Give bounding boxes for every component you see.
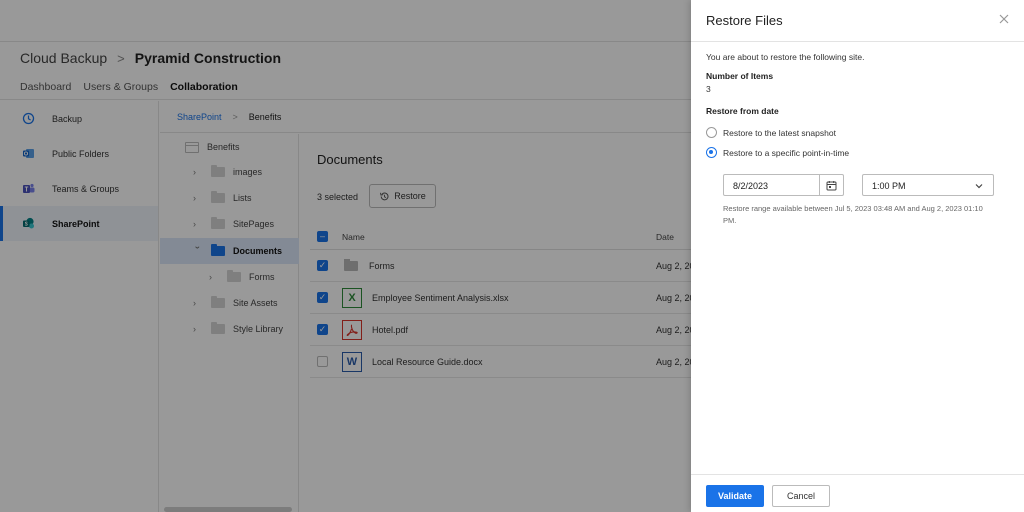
chevron-down-icon xyxy=(975,184,983,189)
panel-intro-text: You are about to restore the following s… xyxy=(706,52,865,62)
panel-title: Restore Files xyxy=(706,13,783,28)
radio-latest-snapshot[interactable]: Restore to the latest snapshot xyxy=(706,127,836,138)
validate-button[interactable]: Validate xyxy=(706,485,764,507)
time-value: 1:00 PM xyxy=(872,181,906,191)
number-of-items-label: Number of Items xyxy=(706,71,774,81)
calendar-button[interactable] xyxy=(819,175,843,195)
radio-button[interactable] xyxy=(706,127,717,138)
restore-from-date-label: Restore from date xyxy=(706,106,779,116)
radio-label: Restore to the latest snapshot xyxy=(723,127,836,138)
number-of-items-value: 3 xyxy=(706,84,711,94)
date-field[interactable] xyxy=(723,174,844,196)
panel-footer: Validate Cancel xyxy=(691,474,1024,512)
time-select[interactable]: 1:00 PM xyxy=(862,174,994,196)
close-icon[interactable] xyxy=(997,12,1011,26)
panel-header: Restore Files xyxy=(691,0,1024,42)
restore-range-note: Restore range available between Jul 5, 2… xyxy=(723,204,983,225)
calendar-icon xyxy=(826,180,837,190)
cancel-button[interactable]: Cancel xyxy=(772,485,830,507)
date-input[interactable] xyxy=(733,181,813,191)
radio-label: Restore to a specific point-in-time xyxy=(723,147,850,158)
radio-point-in-time[interactable]: Restore to a specific point-in-time xyxy=(706,147,849,158)
radio-button[interactable] xyxy=(706,147,717,158)
modal-overlay[interactable] xyxy=(0,0,691,512)
restore-files-panel: Restore Files You are about to restore t… xyxy=(691,0,1024,512)
